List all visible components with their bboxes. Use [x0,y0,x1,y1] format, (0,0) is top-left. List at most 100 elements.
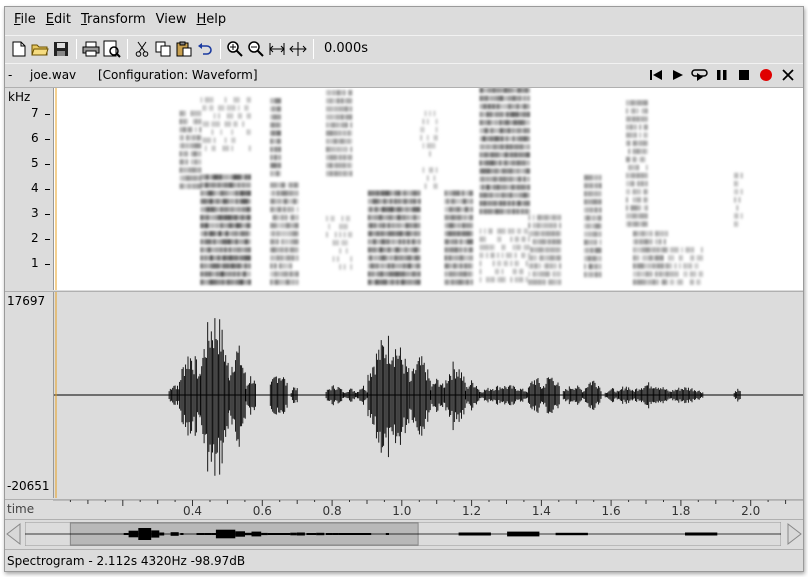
spectrogram-energy-region [270,98,281,177]
overview-track[interactable] [24,521,782,547]
spectrogram-energy-region [326,90,353,177]
zoom-in-button[interactable] [225,38,245,60]
skip-to-start-button[interactable] [647,66,665,84]
scroll-left-button[interactable] [5,522,23,546]
ruler-tick-label: 0.4 [183,504,202,518]
ruler-tick-label: 0.6 [253,504,272,518]
copy-icon [155,41,171,56]
zoom-fit-button[interactable] [267,38,287,60]
record-button[interactable] [757,66,775,84]
waveform-burst [325,385,344,406]
play-button[interactable] [669,66,687,84]
time-ruler-ticks: 0.4 0.6 0.8 1.0 1.2 1.4 1.6 1.8 2.0 [53,499,803,518]
waveform-view[interactable] [53,292,803,498]
overview-burst [338,533,356,535]
spectrogram-view[interactable] [53,87,803,290]
overview-burst [159,532,165,536]
overview-burst [204,533,212,535]
close-track-button[interactable] [779,66,797,84]
time-ruler: time 0.4 0.6 0.8 1.0 1.2 1.4 1.6 1.8 2.0 [5,499,803,518]
spectrogram-energy-region [584,174,602,278]
track-menu-toggle[interactable]: - [8,68,30,82]
pause-icon [717,70,727,80]
menu-file[interactable]: File [9,7,41,33]
status-text: Spectrogram - 2.112s 4320Hz -98.97dB [7,553,246,568]
waveform-image [54,292,803,498]
time-readout: 0.000s [324,41,368,56]
waveform-burst [583,380,602,410]
frequency-tick-label: 3 [31,206,39,220]
overview-burst [245,532,252,536]
zoom-selection-button[interactable] [288,38,308,60]
overview-burst [296,532,305,536]
overview-burst [235,531,245,537]
copy-button[interactable] [153,38,173,60]
zoom-selection-icon [289,41,307,56]
toolbar-separator [76,38,77,59]
overview-burst [128,530,139,538]
frequency-tick-label: 7 [31,106,39,120]
overview-burst [458,532,491,536]
spectrogram-energy-region [200,97,251,152]
overview-burst [261,532,268,536]
undo-button[interactable] [195,38,215,60]
menu-view[interactable]: View [151,7,192,33]
waveform-burst [168,385,180,405]
overview-burst [316,532,325,536]
waveform-burst [541,377,560,414]
print-preview-button[interactable] [102,38,122,60]
spectrogram-energy-region [479,228,530,283]
overview-burst [555,532,588,536]
frequency-tick-label: 4 [31,181,39,195]
print-icon [82,41,100,56]
menu-help[interactable]: Help [192,7,232,33]
waveform-burst [179,356,201,436]
stop-icon [739,70,749,80]
paste-button[interactable] [174,38,194,60]
zoom-fit-icon [269,42,285,55]
ruler-tick-label: 1.6 [602,504,621,518]
print-preview-icon [103,40,121,58]
overview-burst [211,533,216,535]
menu-transform[interactable]: Transform [76,7,151,33]
frequency-tick [45,239,50,240]
new-file-icon [12,41,26,56]
scroll-right-button[interactable] [785,522,803,546]
track-info-bar: - joe.wav [Configuration: Waveform] [5,63,803,85]
save-button[interactable] [51,38,71,60]
new-file-button[interactable] [9,38,29,60]
pause-button[interactable] [713,66,731,84]
open-button[interactable] [30,38,50,60]
frequency-tick-label: 5 [31,156,39,170]
frequency-tick [45,214,50,215]
overview-waveform [24,521,782,547]
waveform-burst [444,361,466,431]
frequency-tick-label: 1 [31,256,39,270]
menu-edit[interactable]: Edit [41,7,76,33]
close-icon [782,69,794,81]
frequency-tick-label: 6 [31,131,39,145]
spectrogram-energy-region [444,190,473,285]
waveform-burst [479,385,529,406]
frequency-tick [45,189,50,190]
spectrogram-panel: kHz 7 6 5 4 3 2 1 [5,87,803,290]
frequency-unit-label: kHz [8,90,31,104]
ruler-tick-label: 1.4 [532,504,551,518]
zoom-out-button[interactable] [246,38,266,60]
amplitude-min-label: -20651 [7,479,50,493]
overview-burst [215,529,236,539]
loop-play-button[interactable] [691,66,709,84]
time-ruler-track[interactable]: 0.4 0.6 0.8 1.0 1.2 1.4 1.6 1.8 2.0 [53,499,803,518]
print-button[interactable] [81,38,101,60]
overview-burst [123,533,129,535]
spectrogram-image [55,87,743,290]
stop-button[interactable] [735,66,753,84]
waveform-burst [245,376,256,415]
frequency-tick [45,114,50,115]
waveform-burst [357,385,368,405]
frequency-tick [45,139,50,140]
spectrogram-energy-region [668,247,703,285]
overview-burst [325,533,333,535]
spectrogram-energy-region [734,172,743,227]
cut-button[interactable] [132,38,152,60]
